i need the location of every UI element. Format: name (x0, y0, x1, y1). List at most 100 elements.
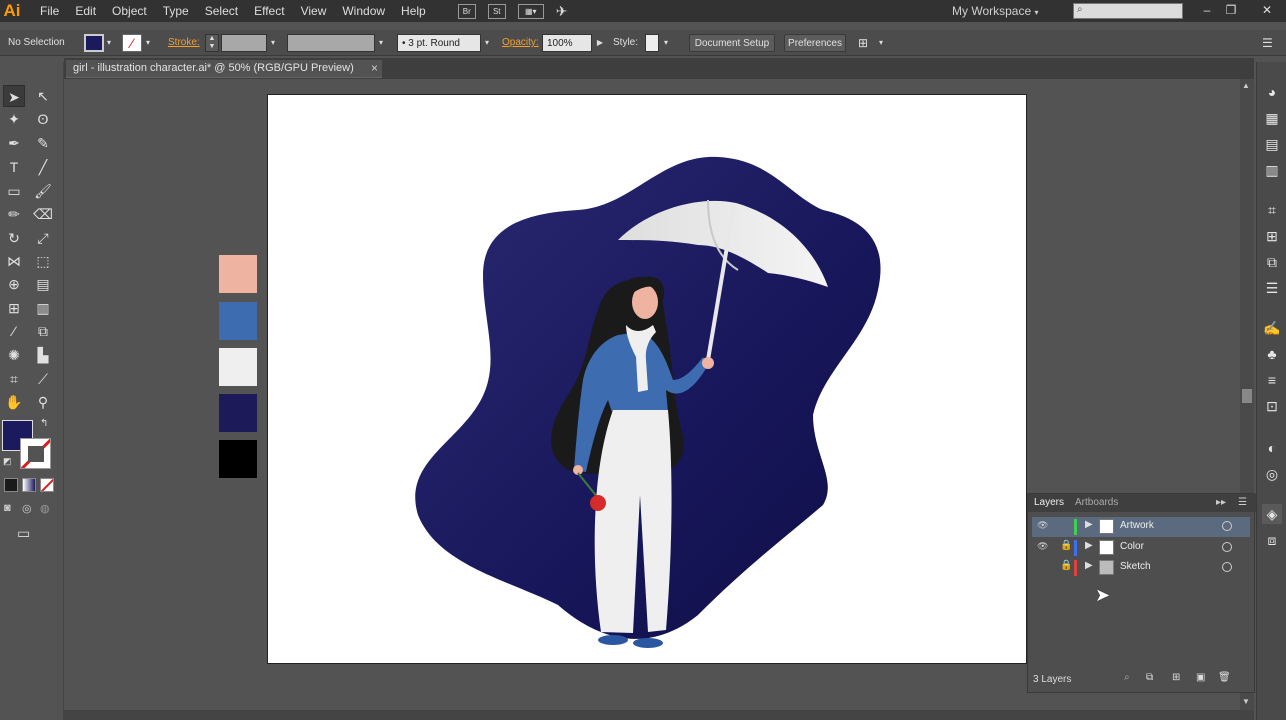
menu-view[interactable]: View (293, 0, 335, 22)
transform-panel-icon[interactable]: ⌗ (1262, 200, 1282, 220)
lock-icon[interactable]: 🔒 (1060, 560, 1072, 571)
layer-row-artwork[interactable]: 👁 ▶ Artwork (1032, 517, 1250, 537)
visibility-eye-icon[interactable]: 👁 (1037, 520, 1048, 531)
draw-normal-icon[interactable]: ◙ (4, 502, 11, 514)
align-panel-icon[interactable]: ⊞ (1262, 226, 1282, 246)
artboard[interactable] (267, 94, 1027, 664)
fill-color-swatch[interactable] (84, 34, 104, 52)
panel-menu-icon[interactable]: ☰ (1262, 34, 1273, 52)
brush-definition-field[interactable]: • 3 pt. Round (397, 34, 481, 52)
scale-tool-icon[interactable]: ⤢ (32, 227, 54, 249)
collapse-panel-icon[interactable]: ▸▸ (1216, 497, 1226, 508)
symbol-sprayer-tool-icon[interactable]: ✺ (3, 344, 25, 366)
target-circle-icon[interactable] (1222, 542, 1232, 552)
gradient-panel-icon[interactable]: ▥ (1262, 160, 1282, 180)
menu-help[interactable]: Help (393, 0, 434, 22)
menu-type[interactable]: Type (155, 0, 197, 22)
preferences-button[interactable]: Preferences (784, 34, 846, 52)
blend-tool-icon[interactable]: ⧉ (32, 320, 54, 342)
new-sublayer-icon[interactable]: ⊞ (1172, 672, 1180, 683)
fill-dropdown-icon[interactable]: ▾ (104, 34, 114, 52)
rectangle-tool-icon[interactable]: ▭ (3, 180, 25, 202)
zoom-tool-icon[interactable]: ⚲ (32, 391, 54, 413)
image-trace-icon[interactable]: ⊡ (1262, 396, 1282, 416)
opacity-field[interactable]: 100% (542, 34, 592, 52)
stroke-swatch[interactable] (20, 438, 51, 469)
graphic-style-swatch[interactable] (645, 34, 659, 52)
lasso-tool-icon[interactable]: ʘ (32, 108, 54, 130)
type-tool-icon[interactable]: T (3, 156, 25, 178)
menu-file[interactable]: File (32, 0, 67, 22)
appearance-panel-icon[interactable]: ◐ (1262, 438, 1282, 458)
direct-selection-tool-icon[interactable]: ↖ (32, 85, 54, 107)
opacity-label[interactable]: Opacity: (502, 34, 539, 52)
hand-tool-icon[interactable]: ✋ (3, 391, 25, 413)
arrange-documents-icon[interactable]: ▦▾ (517, 3, 544, 19)
close-window-button[interactable]: ✕ (1256, 0, 1278, 22)
stroke-weight-field[interactable] (221, 34, 267, 52)
illustration[interactable] (268, 95, 1028, 665)
pathfinder-panel-icon[interactable]: ⧉ (1262, 252, 1282, 272)
color-guide-icon[interactable]: ▦ (1262, 108, 1282, 128)
stroke-color-swatch[interactable]: ⁄ (122, 34, 142, 52)
target-circle-icon[interactable] (1222, 562, 1232, 572)
tab-artboards[interactable]: Artboards (1075, 497, 1118, 508)
delete-layer-icon[interactable]: 🗑 (1218, 672, 1231, 683)
paintbrush-tool-icon[interactable]: 🖌 (32, 180, 54, 202)
width-tool-icon[interactable]: ⋈ (3, 250, 25, 272)
new-layer-icon[interactable]: ▣ (1196, 672, 1205, 683)
draw-behind-icon[interactable]: ◎ (22, 502, 32, 515)
menu-edit[interactable]: Edit (67, 0, 104, 22)
layer-name[interactable]: Artwork (1120, 520, 1154, 531)
shape-builder-tool-icon[interactable]: ⊕ (3, 273, 25, 295)
artboards-panel-icon[interactable]: ⧈ (1262, 530, 1282, 550)
stroke-dropdown-icon[interactable]: ▾ (143, 34, 153, 52)
column-graph-tool-icon[interactable]: ▙ (32, 344, 54, 366)
menu-window[interactable]: Window (334, 0, 393, 22)
gradient-tool-icon[interactable]: ▥ (32, 297, 54, 319)
layer-row-color[interactable]: 👁 🔒 ▶ Color (1032, 538, 1250, 558)
swatch-blue[interactable] (219, 302, 257, 340)
scroll-up-icon[interactable]: ▲ (1242, 81, 1250, 90)
style-dropdown-icon[interactable]: ▾ (661, 34, 671, 52)
none-mode-icon[interactable] (40, 478, 54, 492)
default-fill-stroke-icon[interactable]: ◩ (3, 456, 12, 467)
free-transform-tool-icon[interactable]: ⬚ (32, 250, 54, 272)
panel-options-icon[interactable]: ☰ (1238, 497, 1247, 508)
mesh-tool-icon[interactable]: ⊞ (3, 297, 25, 319)
opacity-arrow-icon[interactable]: ▶ (595, 34, 605, 52)
transparency-panel-icon[interactable]: ◎ (1262, 464, 1282, 484)
stroke-weight-stepper[interactable]: ▲ ▼ (205, 34, 219, 52)
tab-layers[interactable]: Layers (1034, 497, 1064, 508)
artboard-tool-icon[interactable]: ⌗ (3, 368, 25, 390)
layer-name[interactable]: Color (1120, 541, 1144, 552)
locate-object-icon[interactable]: ⌕ (1124, 672, 1130, 683)
swatch-navy[interactable] (219, 394, 257, 432)
expand-arrow-icon[interactable]: ▶ (1085, 560, 1093, 571)
stroke-panel-icon[interactable]: ☰ (1262, 278, 1282, 298)
pen-tool-icon[interactable]: ✒ (3, 132, 25, 154)
bridge-button[interactable]: Br (457, 3, 476, 19)
line-segment-tool-icon[interactable]: ╱ (32, 156, 54, 178)
minimize-button[interactable]: – (1196, 0, 1218, 22)
slice-tool-icon[interactable]: ⟋ (32, 368, 54, 390)
curvature-tool-icon[interactable]: ✎ (32, 132, 54, 154)
swatch-black[interactable] (219, 440, 257, 478)
stroke-weight-dropdown-icon[interactable]: ▾ (268, 34, 278, 52)
eyedropper-tool-icon[interactable]: ⁄ (3, 320, 25, 342)
target-circle-icon[interactable] (1222, 521, 1232, 531)
expand-arrow-icon[interactable]: ▶ (1085, 540, 1093, 551)
visibility-eye-icon[interactable]: 👁 (1037, 541, 1048, 552)
align-dropdown-icon[interactable]: ▾ (876, 34, 886, 52)
document-setup-button[interactable]: Document Setup (689, 34, 775, 52)
layer-name[interactable]: Sketch (1120, 561, 1151, 572)
magic-wand-tool-icon[interactable]: ✦ (3, 108, 25, 130)
brush-dropdown-icon[interactable]: ▾ (482, 34, 492, 52)
gradient-mode-icon[interactable] (22, 478, 36, 492)
help-search-input[interactable]: ⌕ (1073, 3, 1183, 19)
draw-inside-icon[interactable]: ◍ (40, 502, 50, 515)
swatches-panel-icon[interactable]: ▤ (1262, 134, 1282, 154)
restore-button[interactable]: ❐ (1220, 0, 1242, 22)
rotate-tool-icon[interactable]: ↻ (3, 227, 25, 249)
variable-width-profile[interactable] (287, 34, 375, 52)
